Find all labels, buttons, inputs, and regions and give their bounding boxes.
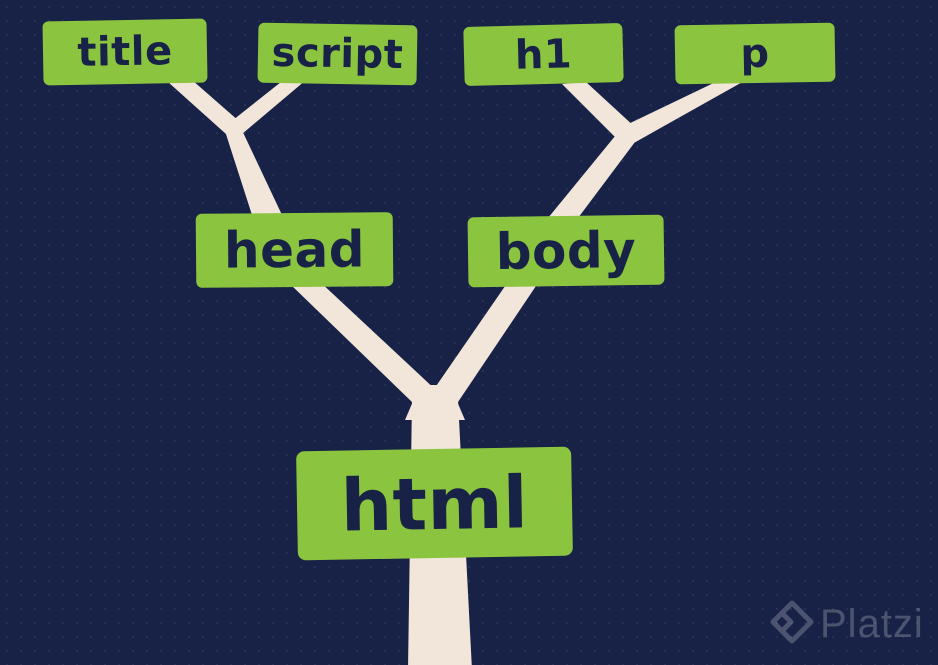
node-h1-label: h1 (514, 30, 573, 79)
node-script-label: script (271, 29, 404, 79)
platzi-logo-icon (770, 600, 814, 644)
node-p: p (674, 22, 836, 85)
node-h1: h1 (463, 22, 624, 87)
platzi-logo-text: Platzi (820, 601, 924, 646)
node-title-label: title (76, 28, 174, 76)
head-to-script-branch (228, 78, 306, 134)
node-p-label: p (740, 30, 770, 77)
diagram-canvas: title script h1 p head body html Platzi (0, 0, 938, 665)
node-title: title (42, 18, 208, 86)
node-script: script (257, 22, 418, 86)
node-head-label: head (223, 220, 366, 280)
dom-tree-branches (168, 78, 746, 665)
node-body: body (467, 214, 665, 288)
head-stem-branch (224, 126, 282, 215)
platzi-watermark: Platzi (770, 600, 924, 648)
body-stem-branch (548, 130, 638, 218)
html-to-body-branch (432, 276, 540, 402)
node-html: html (296, 446, 573, 561)
node-head: head (195, 212, 394, 288)
body-to-p-branch (620, 78, 746, 144)
node-html-label: html (340, 459, 529, 548)
html-to-head-branch (290, 280, 438, 402)
node-body-label: body (495, 221, 637, 281)
head-to-title-branch (168, 80, 240, 134)
